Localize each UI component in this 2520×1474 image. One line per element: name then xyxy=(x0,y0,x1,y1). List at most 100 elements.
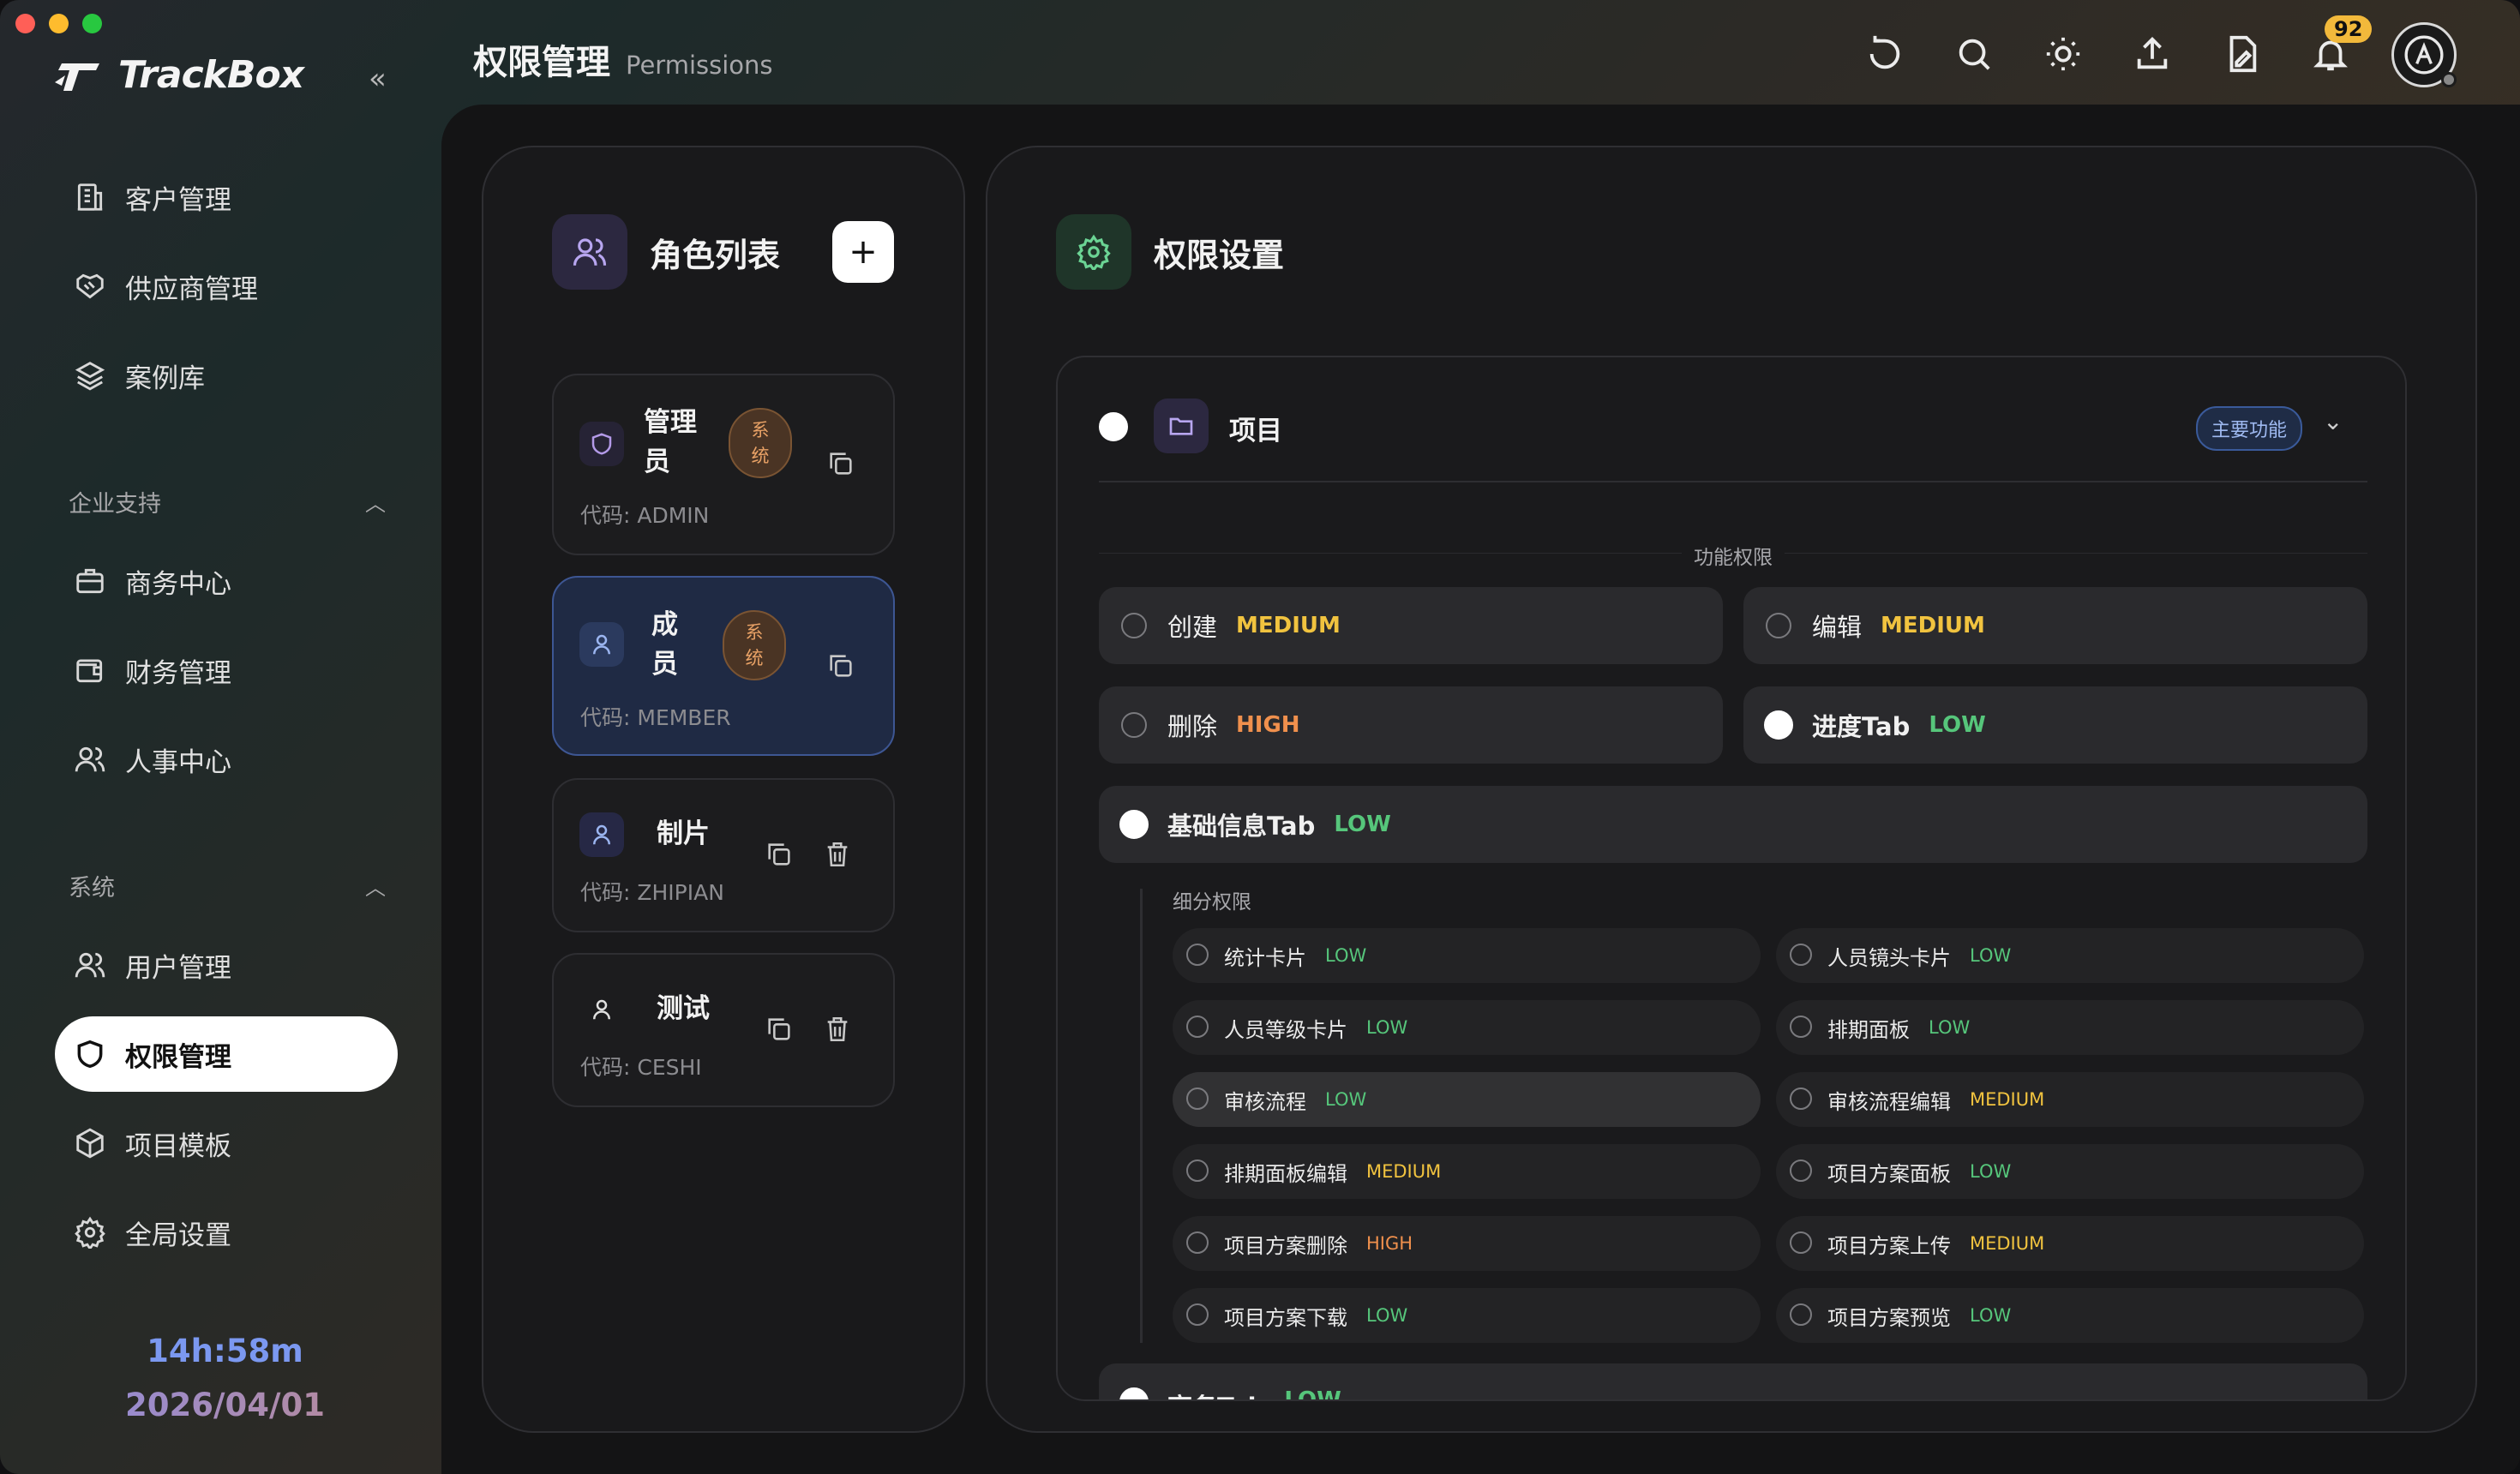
permission-label: 创建 xyxy=(1167,613,1218,642)
shield-icon xyxy=(77,1040,103,1069)
clock-date: 2026/04/01 xyxy=(0,1387,450,1423)
permission-level: LOW xyxy=(1334,812,1391,837)
roles-panel-header: 角色列表 xyxy=(552,214,780,290)
permission-level: LOW xyxy=(1929,712,1986,738)
trash-icon[interactable] xyxy=(823,1015,854,1046)
close-window-button[interactable] xyxy=(15,14,35,33)
chevron-up-icon[interactable]: ︿ xyxy=(365,487,386,517)
permission-group[interactable]: 基础信息Tab LOW xyxy=(1099,786,2367,863)
sidebar-item-hr[interactable]: 人事中心 xyxy=(55,722,398,797)
permission-checkbox[interactable] xyxy=(1790,1159,1812,1182)
permission-checkbox[interactable] xyxy=(1121,613,1147,638)
gear-icon xyxy=(1056,214,1131,290)
sidebar-item-customers[interactable]: 客户管理 xyxy=(55,159,398,235)
permission-level: HIGH xyxy=(1366,1233,1413,1254)
permission-checkbox[interactable] xyxy=(1790,1231,1812,1254)
permission-checkbox[interactable] xyxy=(1186,1231,1209,1254)
permission-label: 项目方案下载 xyxy=(1224,1305,1347,1330)
sidebar-section-system[interactable]: 系统 ︿ xyxy=(69,869,386,902)
role-name: 管理 员 xyxy=(644,403,697,482)
permission-level: LOW xyxy=(1970,1161,2012,1182)
module-checkbox[interactable] xyxy=(1099,412,1128,441)
sidebar-item-templates[interactable]: 项目模板 xyxy=(55,1106,398,1181)
sidebar-item-settings[interactable]: 全局设置 xyxy=(55,1195,398,1270)
refresh-icon[interactable] xyxy=(1865,34,1905,74)
sidebar-item-label: 商务中心 xyxy=(125,568,231,600)
search-icon[interactable] xyxy=(1954,34,1994,74)
sub-permission-item[interactable]: 人员等级卡片 LOW xyxy=(1173,1000,1761,1055)
sub-permission-item[interactable]: 审核流程编辑 MEDIUM xyxy=(1776,1072,2364,1127)
permission-checkbox[interactable] xyxy=(1766,613,1791,638)
role-code: 代码: ADMIN xyxy=(580,503,710,528)
copy-icon[interactable] xyxy=(826,651,857,682)
permission-level: LOW xyxy=(1929,1017,1971,1038)
permission-checkbox[interactable] xyxy=(1186,1303,1209,1326)
permission-checkbox[interactable] xyxy=(1764,710,1793,740)
sub-permission-item[interactable]: 审核流程 LOW xyxy=(1173,1072,1761,1127)
sidebar-item-finance[interactable]: 财务管理 xyxy=(55,632,398,708)
sub-permission-item[interactable]: 排期面板 LOW xyxy=(1776,1000,2364,1055)
shield-icon xyxy=(579,422,624,466)
chevron-down-icon[interactable]: ⌄ xyxy=(2323,407,2343,435)
main-feature-badge: 主要功能 xyxy=(2196,406,2303,451)
permission-checkbox[interactable] xyxy=(1121,712,1147,738)
permission-checkbox[interactable] xyxy=(1186,1159,1209,1182)
sidebar-item-suppliers[interactable]: 供应商管理 xyxy=(55,249,398,324)
permission-checkbox[interactable] xyxy=(1790,1016,1812,1038)
sub-permission-item[interactable]: 项目方案面板 LOW xyxy=(1776,1144,2364,1199)
permission-checkbox[interactable] xyxy=(1119,810,1149,839)
sidebar-item-permissions[interactable]: 权限管理 xyxy=(55,1016,398,1092)
sub-permission-item[interactable]: 项目方案上传 MEDIUM xyxy=(1776,1216,2364,1271)
permission-label: 统计卡片 xyxy=(1224,945,1306,970)
permission-item[interactable]: 进度Tab LOW xyxy=(1743,686,2367,764)
permission-item[interactable]: 编辑 MEDIUM xyxy=(1743,587,2367,664)
sub-permission-item[interactable]: 统计卡片 LOW xyxy=(1173,928,1761,983)
sub-permission-item[interactable]: 排期面板编辑 MEDIUM xyxy=(1173,1144,1761,1199)
sidebar-section-enterprise[interactable]: 企业支持 ︿ xyxy=(69,485,386,518)
divider xyxy=(1099,481,2367,482)
sidebar-item-users[interactable]: 用户管理 xyxy=(55,927,398,1003)
sidebar-item-label: 客户管理 xyxy=(125,184,231,216)
permission-label: 基础信息Tab xyxy=(1167,812,1316,841)
sun-icon[interactable] xyxy=(2043,34,2083,74)
sub-permission-item[interactable]: 项目方案删除 HIGH xyxy=(1173,1216,1761,1271)
layers-icon xyxy=(75,362,105,391)
role-code: 代码: ZHIPIAN xyxy=(580,880,724,905)
copy-icon[interactable] xyxy=(826,449,857,480)
permission-checkbox[interactable] xyxy=(1790,1088,1812,1110)
maximize-window-button[interactable] xyxy=(82,14,102,33)
sidebar-item-cases[interactable]: 案例库 xyxy=(55,338,398,413)
app-window: TrackBox « 客户管理 供应商管理 案例库 企业支持 ︿ 商务中心 财务… xyxy=(0,0,2520,1474)
sub-permission-item[interactable]: 项目方案预览 LOW xyxy=(1776,1288,2364,1343)
section-label: 企业支持 xyxy=(69,491,161,518)
permission-checkbox[interactable] xyxy=(1186,944,1209,966)
add-role-button[interactable]: + xyxy=(832,221,894,283)
permission-group[interactable]: 商务Tab LOW xyxy=(1099,1363,2367,1399)
permission-checkbox[interactable] xyxy=(1186,1016,1209,1038)
minimize-window-button[interactable] xyxy=(49,14,69,33)
sidebar-item-label: 案例库 xyxy=(125,363,205,394)
document-edit-icon[interactable] xyxy=(2222,34,2261,74)
trackbox-logo-icon xyxy=(55,63,99,91)
chevron-up-icon[interactable]: ︿ xyxy=(365,871,386,901)
trash-icon[interactable] xyxy=(823,840,854,871)
permission-checkbox[interactable] xyxy=(1790,1303,1812,1326)
sidebar-item-business[interactable]: 商务中心 xyxy=(55,543,398,619)
user-icon xyxy=(579,987,624,1032)
permission-checkbox[interactable] xyxy=(1119,1387,1149,1399)
permission-item[interactable]: 创建 MEDIUM xyxy=(1099,587,1723,664)
briefcase-icon xyxy=(76,568,104,594)
role-name: 制片 xyxy=(657,818,710,849)
copy-icon[interactable] xyxy=(765,1015,795,1046)
upload-icon[interactable] xyxy=(2133,34,2172,74)
sub-permission-item[interactable]: 项目方案下载 LOW xyxy=(1173,1288,1761,1343)
copy-icon[interactable] xyxy=(765,840,795,871)
permission-item[interactable]: 删除 HIGH xyxy=(1099,686,1723,764)
sub-permission-item[interactable]: 人员镜头卡片 LOW xyxy=(1776,928,2364,983)
gear-icon xyxy=(75,1216,105,1249)
permission-checkbox[interactable] xyxy=(1790,944,1812,966)
collapse-sidebar-icon[interactable]: « xyxy=(369,62,387,96)
settings-panel-header: 权限设置 xyxy=(1056,214,1284,290)
app-logo[interactable]: TrackBox xyxy=(53,53,304,97)
permission-checkbox[interactable] xyxy=(1186,1088,1209,1110)
